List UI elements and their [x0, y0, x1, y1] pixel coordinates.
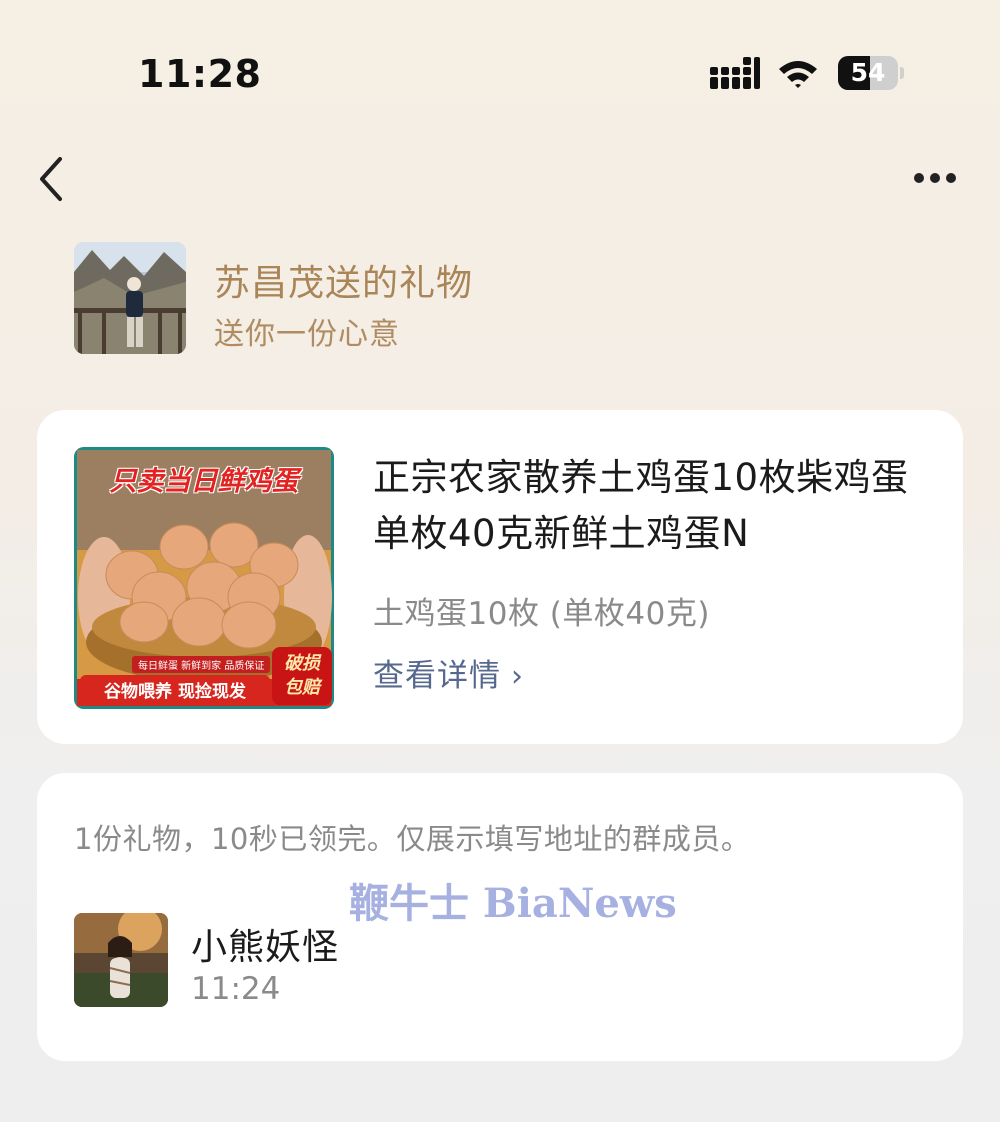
view-details-link[interactable]: 查看详情 › [373, 650, 524, 695]
chevron-left-icon [40, 157, 62, 201]
back-button[interactable] [30, 155, 74, 203]
damage-guarantee-badge: 破损 包赔 [272, 647, 332, 705]
avatar-photo-icon [74, 242, 186, 354]
badge-line-1: 破损 [284, 653, 320, 674]
product-card[interactable]: 只卖当日鲜鸡蛋 每日鲜蛋 新鲜到家 品质保证 谷物喂养 现捡现发 破损 包赔 正… [37, 410, 963, 744]
sender-avatar[interactable] [74, 242, 186, 354]
battery-label: 54 [850, 58, 886, 87]
battery-cap [900, 67, 904, 79]
watermark: 鞭牛士 BiaNews [349, 880, 677, 927]
claims-summary: 1份礼物，10秒已领完。仅展示填写地址的群成员。 [74, 822, 751, 856]
wifi-icon [779, 61, 817, 88]
image-bottom-banner: 谷物喂养 现捡现发 [80, 675, 270, 703]
gift-title: 苏昌茂送的礼物 [214, 263, 474, 304]
image-top-banner: 只卖当日鲜鸡蛋 [109, 465, 299, 497]
claims-card: 1份礼物，10秒已领完。仅展示填写地址的群成员。 鞭牛士 BiaNews 小熊妖… [37, 773, 963, 1061]
chevron-right-icon: › [511, 659, 524, 694]
battery-body: 54 [838, 56, 898, 90]
product-title: 正宗农家散养土鸡蛋10枚柴鸡蛋单枚40克新鲜土鸡蛋N [373, 456, 909, 555]
status-time: 11:28 [138, 52, 262, 96]
product-spec: 土鸡蛋10枚 (单枚40克) [373, 596, 710, 632]
view-details-label: 查看详情 [373, 658, 501, 694]
more-options-button[interactable] [906, 162, 964, 194]
battery-indicator: 54 [838, 56, 904, 90]
badge-line-2: 包赔 [284, 677, 320, 698]
image-small-banner: 每日鲜蛋 新鲜到家 品质保证 [132, 656, 271, 673]
recipient-name: 小熊妖怪 [191, 927, 340, 968]
gift-subtitle: 送你一份心意 [214, 317, 400, 352]
ellipsis-icon [914, 173, 956, 183]
recipient-time: 11:24 [191, 971, 281, 1007]
product-image[interactable]: 只卖当日鲜鸡蛋 每日鲜蛋 新鲜到家 品质保证 谷物喂养 现捡现发 破损 包赔 [74, 447, 334, 709]
recipient-avatar[interactable] [74, 913, 168, 1007]
cellular-signal-icon [710, 57, 760, 89]
avatar-photo-icon [74, 913, 168, 1007]
